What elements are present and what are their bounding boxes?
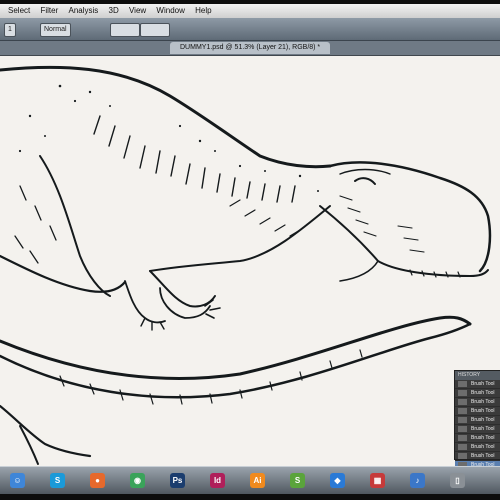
chrome-icon[interactable]: ◉ — [130, 473, 145, 488]
flow-field[interactable] — [140, 23, 170, 37]
options-bar: 1 Normal — [0, 18, 500, 41]
indesign-icon[interactable]: Id — [210, 473, 225, 488]
opacity-field[interactable] — [110, 23, 140, 37]
brush-icon — [458, 381, 467, 387]
document-tab[interactable]: DUMMY1.psd @ 51.3% (Layer 21), RGB/8) * — [170, 42, 331, 54]
illustrator-icon[interactable]: Ai — [250, 473, 265, 488]
finder-icon[interactable]: ☺ — [10, 473, 25, 488]
menu-bar: Select Filter Analysis 3D View Window He… — [0, 4, 500, 18]
history-item[interactable]: Brush Tool — [455, 416, 500, 425]
brush-size-picker[interactable]: 1 — [4, 23, 16, 37]
brush-icon — [458, 408, 467, 414]
drawing-canvas[interactable] — [0, 56, 500, 466]
skype-icon[interactable]: S — [50, 473, 65, 488]
brush-icon — [458, 426, 467, 432]
photoshop-icon[interactable]: Ps — [170, 473, 185, 488]
brush-icon — [458, 417, 467, 423]
brush-icon — [458, 453, 467, 459]
menu-help[interactable]: Help — [195, 6, 211, 15]
history-item[interactable]: Brush Tool — [455, 452, 500, 461]
menu-filter[interactable]: Filter — [40, 6, 58, 15]
brush-icon — [458, 390, 467, 396]
trex-line-drawing — [0, 65, 492, 465]
safari-icon[interactable]: ◆ — [330, 473, 345, 488]
menu-3d[interactable]: 3D — [109, 6, 119, 15]
history-item[interactable]: Brush Tool — [455, 407, 500, 416]
history-item[interactable]: Brush Tool — [455, 443, 500, 452]
history-item[interactable]: Brush Tool — [455, 380, 500, 389]
menu-view[interactable]: View — [129, 6, 146, 15]
screen: Select Filter Analysis 3D View Window He… — [0, 4, 500, 494]
firefox-icon[interactable]: ● — [90, 473, 105, 488]
menu-select[interactable]: Select — [8, 6, 30, 15]
history-panel-title: HISTORY — [455, 371, 500, 380]
brush-icon — [458, 435, 467, 441]
dock: ☺ S ● ◉ Ps Id Ai S ◆ ▦ ♪ ▯ — [0, 466, 500, 494]
history-item[interactable]: Brush Tool — [455, 434, 500, 443]
itunes-icon[interactable]: ♪ — [410, 473, 425, 488]
history-item[interactable]: Brush Tool — [455, 398, 500, 407]
menu-analysis[interactable]: Analysis — [68, 6, 98, 15]
menu-window[interactable]: Window — [156, 6, 184, 15]
history-item[interactable]: Brush Tool — [455, 389, 500, 398]
brush-icon — [458, 399, 467, 405]
document-tab-bar: DUMMY1.psd @ 51.3% (Layer 21), RGB/8) * — [0, 41, 500, 56]
history-item[interactable]: Brush Tool — [455, 425, 500, 434]
brush-icon — [458, 444, 467, 450]
history-panel: HISTORY Brush Tool Brush Tool Brush Tool… — [454, 370, 500, 470]
brush-mode-select[interactable]: Normal — [40, 23, 71, 37]
calendar-icon[interactable]: ▦ — [370, 473, 385, 488]
sketchbook-icon[interactable]: S — [290, 473, 305, 488]
trash-icon[interactable]: ▯ — [450, 473, 465, 488]
